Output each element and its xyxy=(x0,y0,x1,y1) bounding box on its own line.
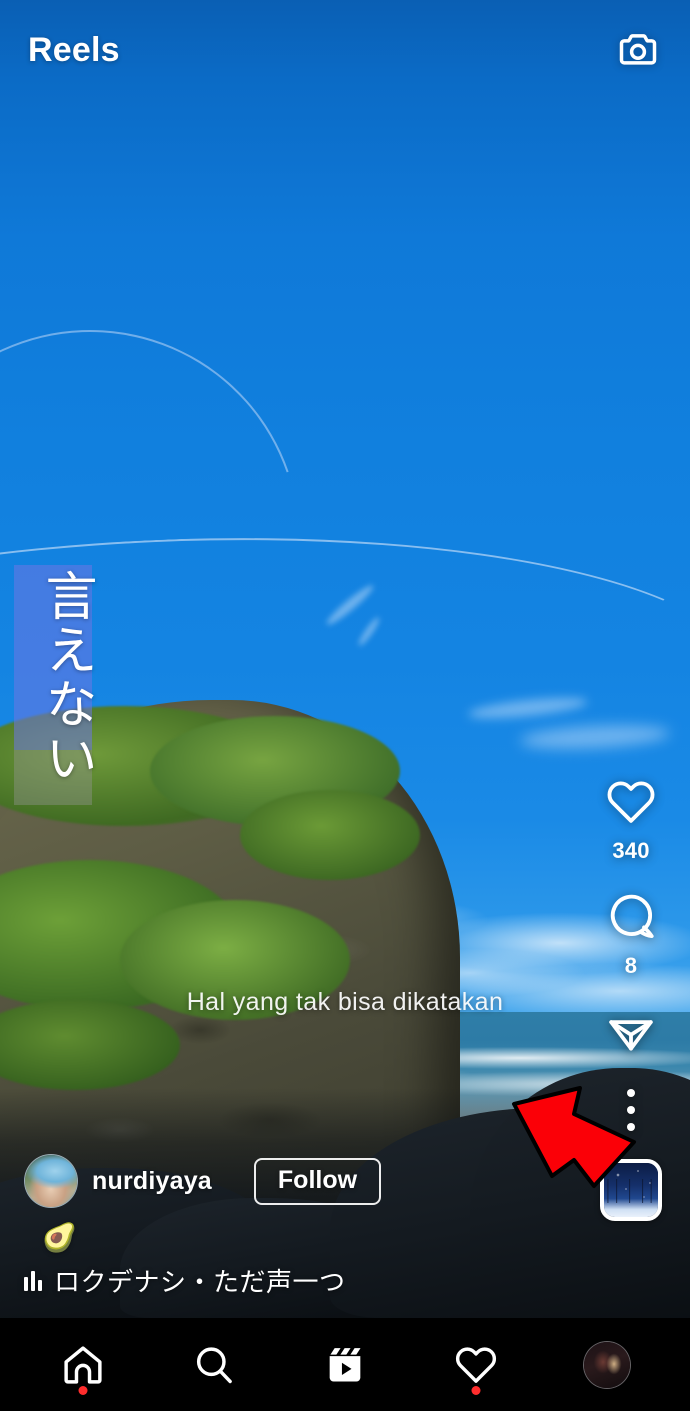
page-title: Reels xyxy=(28,30,120,69)
home-icon xyxy=(64,1345,102,1384)
vertical-lyric-text: 言えない xyxy=(37,569,95,785)
username[interactable]: nurdiyaya xyxy=(92,1167,212,1196)
vertical-text-overlay: 言えない xyxy=(14,565,95,805)
user-row: nurdiyaya Follow xyxy=(24,1154,666,1208)
follow-button[interactable]: Follow xyxy=(253,1157,382,1205)
heart-icon xyxy=(455,1346,496,1383)
cliff-vegetation xyxy=(240,790,420,880)
action-rail: 340 8 xyxy=(596,775,666,1221)
reels-icon xyxy=(329,1347,361,1381)
reel-video-player[interactable] xyxy=(0,0,690,1318)
profile-avatar-image xyxy=(583,1341,630,1388)
sidebar-item-home[interactable] xyxy=(47,1329,119,1401)
three-dots-vertical-icon xyxy=(627,1089,635,1097)
share-paper-plane-icon xyxy=(604,1005,658,1059)
reels-header: Reels xyxy=(0,0,690,100)
sidebar-item-activity[interactable] xyxy=(440,1329,512,1401)
search-icon xyxy=(197,1346,233,1383)
bottom-navigation xyxy=(0,1318,690,1411)
camera-icon[interactable] xyxy=(614,26,662,74)
home-notification-badge xyxy=(78,1385,88,1395)
reel-meta: nurdiyaya Follow 🥑 ロクデナシ・ただ声一つ xyxy=(0,1154,690,1299)
avatar[interactable] xyxy=(24,1154,78,1208)
three-dots-vertical-icon xyxy=(627,1123,635,1131)
video-subtitle: Hal yang tak bisa dikatakan xyxy=(186,988,504,1016)
music-bars-icon xyxy=(24,1270,42,1291)
share-button[interactable] xyxy=(604,1005,658,1059)
profile-avatar xyxy=(582,1340,631,1389)
reels-screen: Reels 言えない Hal yang tak bisa dikatakan 3… xyxy=(0,0,690,1411)
audio-album-art-detail xyxy=(604,1179,658,1203)
sidebar-item-profile[interactable] xyxy=(571,1329,643,1401)
sidebar-item-reels[interactable] xyxy=(309,1329,381,1401)
audio-row[interactable]: ロクデナシ・ただ声一つ xyxy=(24,1262,666,1299)
activity-notification-badge xyxy=(471,1385,481,1395)
caption-text: 🥑 xyxy=(42,1222,77,1253)
like-button[interactable]: 340 xyxy=(604,775,658,864)
heart-icon xyxy=(604,775,658,829)
sidebar-item-search[interactable] xyxy=(178,1329,250,1401)
comment-icon xyxy=(604,890,658,944)
comment-button[interactable]: 8 xyxy=(604,890,658,979)
audio-thumbnail-button[interactable] xyxy=(600,1159,662,1221)
avatar-image xyxy=(25,1155,77,1207)
comment-count: 8 xyxy=(624,953,638,978)
like-count: 340 xyxy=(612,838,650,863)
three-dots-vertical-icon xyxy=(627,1106,635,1114)
more-options-button[interactable] xyxy=(617,1083,645,1137)
audio-title: ロクデナシ・ただ声一つ xyxy=(54,1267,346,1297)
